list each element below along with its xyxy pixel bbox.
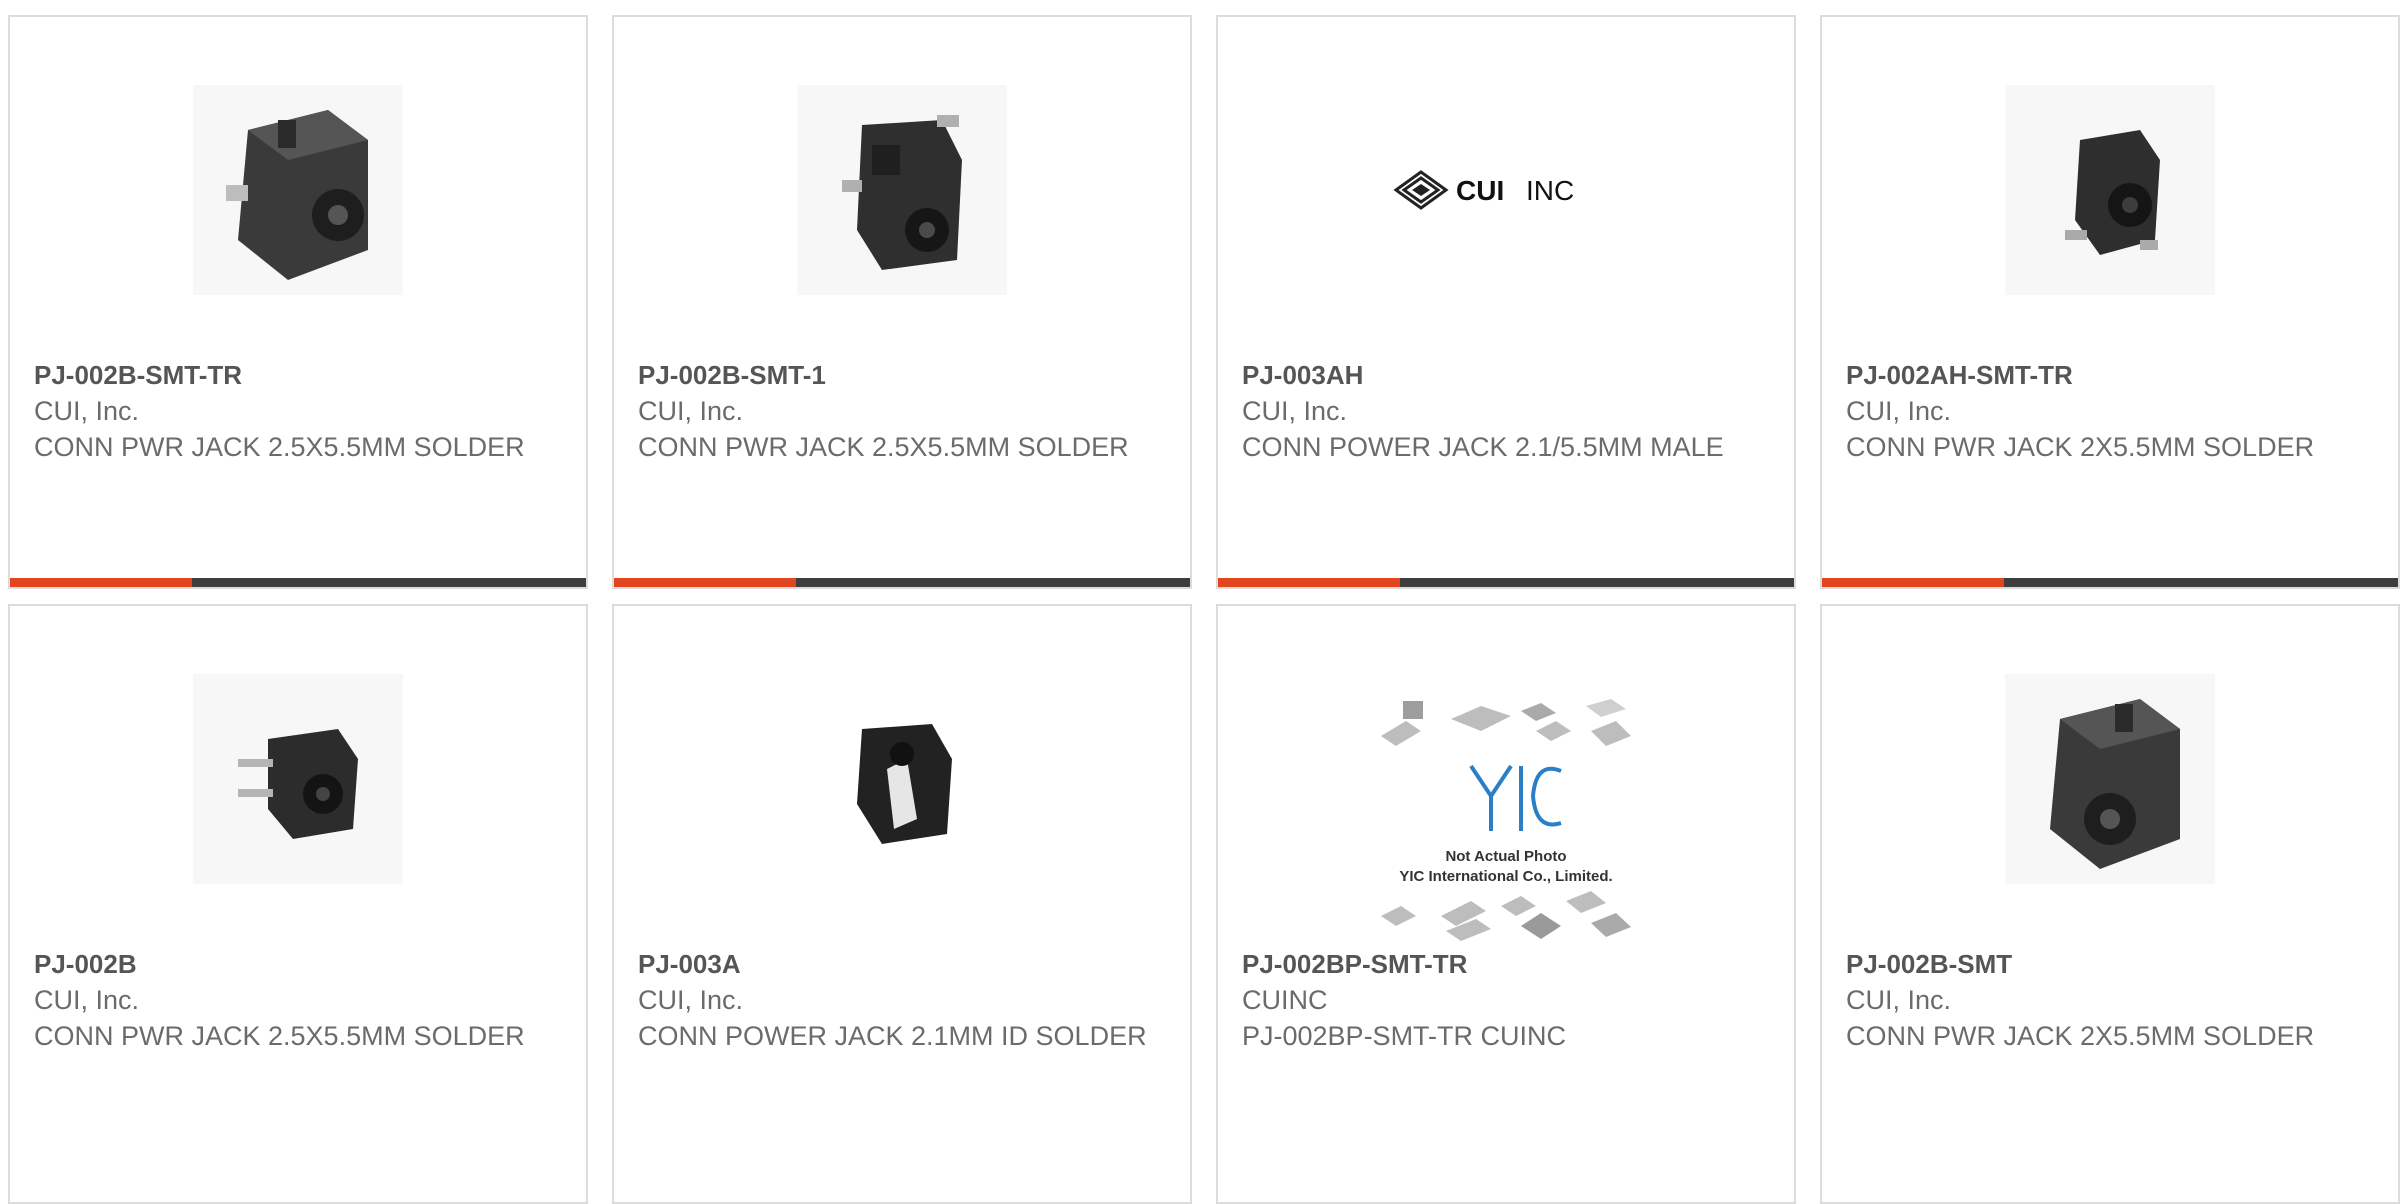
not-actual-photo-placeholder: Not Actual Photo YIC International Co., … (1381, 699, 1631, 941)
power-jack-image (857, 724, 952, 844)
product-card[interactable]: PJ-003A CUI, Inc. CONN POWER JACK 2.1MM … (612, 604, 1192, 1204)
manufacturer: CUI, Inc. (34, 985, 140, 1015)
product-card[interactable]: PJ-002B-SMT-1 CUI, Inc. CONN PWR JACK 2.… (612, 15, 1192, 589)
product-image[interactable] (193, 85, 403, 295)
description: CONN PWR JACK 2.5X5.5MM SOLDER (34, 1021, 525, 1051)
manufacturer: CUI, Inc. (1242, 396, 1348, 426)
product-info: PJ-002B-SMT-1 CUI, Inc. CONN PWR JACK 2.… (638, 357, 1170, 465)
card-accent-bar (614, 578, 1190, 587)
card-accent-bar (1218, 578, 1794, 587)
power-jack-image (238, 729, 358, 839)
product-image[interactable] (2005, 674, 2215, 884)
product-card[interactable]: PJ-002AH-SMT-TR CUI, Inc. CONN PWR JACK … (1820, 15, 2400, 589)
product-image[interactable]: Not Actual Photo YIC International Co., … (1361, 691, 1651, 951)
svg-text:INC: INC (1526, 175, 1574, 206)
part-number[interactable]: PJ-002AH-SMT-TR (1846, 357, 2378, 393)
card-accent-bar (1822, 578, 2398, 587)
product-info: PJ-003AH CUI, Inc. CONN POWER JACK 2.1/5… (1242, 357, 1774, 465)
part-number[interactable]: PJ-002B-SMT-1 (638, 357, 1170, 393)
description: CONN POWER JACK 2.1MM ID SOLDER (638, 1021, 1147, 1051)
product-grid: PJ-002B-SMT-TR CUI, Inc. CONN PWR JACK 2… (0, 0, 2400, 1204)
part-number[interactable]: PJ-002B-SMT (1846, 946, 2378, 982)
product-card[interactable]: CUI INC PJ-003AH CUI, Inc. CONN POWER JA… (1216, 15, 1796, 589)
product-info: PJ-002B-SMT CUI, Inc. CONN PWR JACK 2X5.… (1846, 946, 2378, 1054)
product-image[interactable]: CUI INC (1386, 85, 1626, 295)
product-image[interactable] (2005, 85, 2215, 295)
product-info: PJ-002BP-SMT-TR CUINC PJ-002BP-SMT-TR CU… (1242, 946, 1774, 1054)
description: CONN POWER JACK 2.1/5.5MM MALE (1242, 432, 1724, 462)
description: CONN PWR JACK 2X5.5MM SOLDER (1846, 1021, 2315, 1051)
product-info: PJ-002B CUI, Inc. CONN PWR JACK 2.5X5.5M… (34, 946, 566, 1054)
power-jack-image (2050, 699, 2180, 869)
part-number[interactable]: PJ-003A (638, 946, 1170, 982)
product-card[interactable]: PJ-002B CUI, Inc. CONN PWR JACK 2.5X5.5M… (8, 604, 588, 1204)
power-jack-image (842, 115, 962, 270)
cui-logo: CUI INC (1393, 170, 1574, 210)
product-info: PJ-003A CUI, Inc. CONN POWER JACK 2.1MM … (638, 946, 1170, 1054)
manufacturer: CUINC (1242, 985, 1328, 1015)
manufacturer: CUI, Inc. (34, 396, 140, 426)
product-info: PJ-002B-SMT-TR CUI, Inc. CONN PWR JACK 2… (34, 357, 566, 465)
part-number[interactable]: PJ-002B-SMT-TR (34, 357, 566, 393)
manufacturer: CUI, Inc. (1846, 985, 1952, 1015)
manufacturer: CUI, Inc. (638, 396, 744, 426)
description: CONN PWR JACK 2.5X5.5MM SOLDER (638, 432, 1129, 462)
product-info: PJ-002AH-SMT-TR CUI, Inc. CONN PWR JACK … (1846, 357, 2378, 465)
product-image[interactable] (797, 674, 1007, 884)
part-number[interactable]: PJ-003AH (1242, 357, 1774, 393)
description: CONN PWR JACK 2X5.5MM SOLDER (1846, 432, 2315, 462)
manufacturer: CUI, Inc. (638, 985, 744, 1015)
part-number[interactable]: PJ-002B (34, 946, 566, 982)
product-card[interactable]: PJ-002B-SMT CUI, Inc. CONN PWR JACK 2X5.… (1820, 604, 2400, 1204)
manufacturer: CUI, Inc. (1846, 396, 1952, 426)
product-card[interactable]: Not Actual Photo YIC International Co., … (1216, 604, 1796, 1204)
power-jack-image (2065, 130, 2160, 255)
product-image[interactable] (797, 85, 1007, 295)
product-card[interactable]: PJ-002B-SMT-TR CUI, Inc. CONN PWR JACK 2… (8, 15, 588, 589)
description: CONN PWR JACK 2.5X5.5MM SOLDER (34, 432, 525, 462)
product-image[interactable] (193, 674, 403, 884)
svg-text:Not Actual Photo: Not Actual Photo (1445, 848, 1566, 865)
power-jack-image (226, 110, 368, 280)
part-number[interactable]: PJ-002BP-SMT-TR (1242, 946, 1774, 982)
card-accent-bar (10, 578, 586, 587)
description: PJ-002BP-SMT-TR CUINC (1242, 1021, 1567, 1051)
svg-text:CUI: CUI (1456, 175, 1504, 206)
svg-text:YIC International Co., Limited: YIC International Co., Limited. (1399, 868, 1612, 885)
